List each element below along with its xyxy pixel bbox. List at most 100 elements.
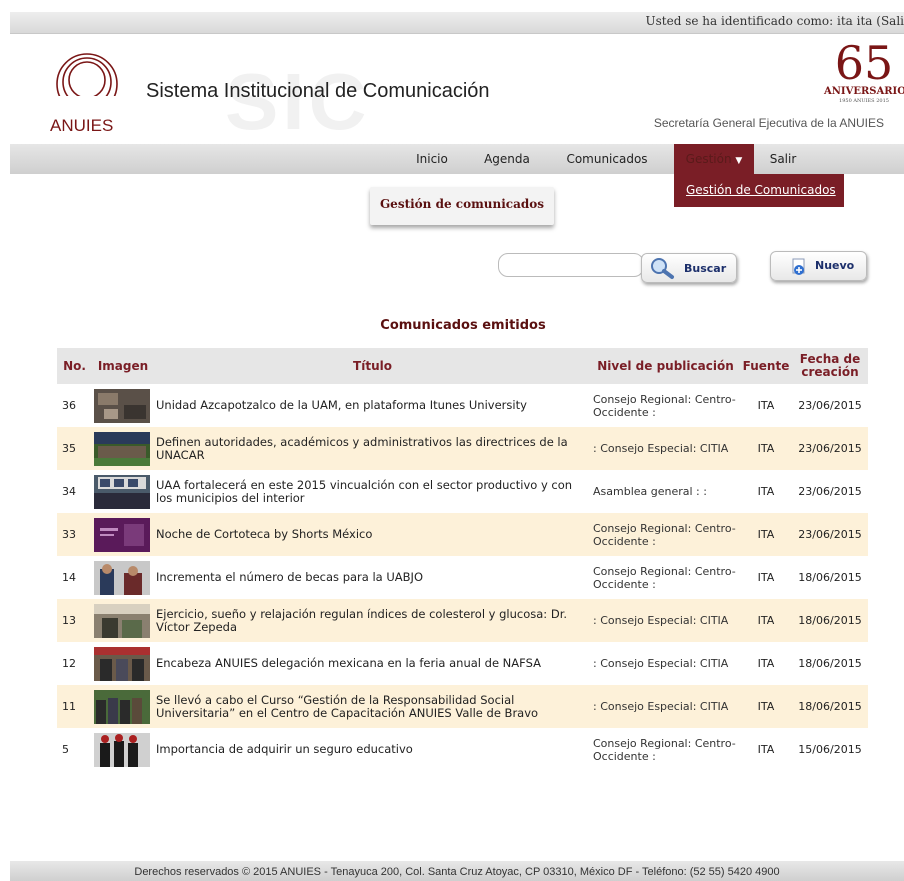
row-nivel: : Consejo Especial: CITIA xyxy=(591,599,740,642)
row-fuente: ITA xyxy=(757,657,775,670)
row-fecha: 15/06/2015 xyxy=(798,743,862,756)
table-row[interactable]: 5 Importancia de adquirir un seguro educ… xyxy=(57,728,868,771)
row-fuente: ITA xyxy=(740,427,792,470)
nav-gestion[interactable]: Gestión ▼ xyxy=(674,144,754,174)
nav-inicio[interactable]: Inicio xyxy=(402,144,462,174)
row-no: 11 xyxy=(57,685,92,728)
table-row[interactable]: 12 Encabeza ANUIES delegación mexicana e… xyxy=(57,642,868,685)
row-title[interactable]: Se llevó a cabo el Curso “Gestión de la … xyxy=(154,685,591,728)
row-title[interactable]: Definen autoridades, académicos y admini… xyxy=(154,427,591,470)
table-row[interactable]: 14 Incrementa el número de becas para la… xyxy=(57,556,868,599)
row-fecha: 18/06/2015 xyxy=(792,599,868,642)
row-no: 12 xyxy=(62,657,76,670)
table-row[interactable]: 34 UAA fortalecerá en este 2015 vincualc… xyxy=(57,470,868,513)
row-fuente: ITA xyxy=(740,513,792,556)
search-input[interactable] xyxy=(498,253,644,277)
thumbnail-image xyxy=(94,646,150,681)
nav-comunicados[interactable]: Comunicados xyxy=(554,144,660,174)
row-no: 34 xyxy=(62,485,76,498)
thumbnail-image xyxy=(94,560,150,595)
row-fuente: ITA xyxy=(757,743,775,756)
col-fecha: Fecha de creación xyxy=(792,348,868,384)
table-row[interactable]: 13 Ejercicio, sueño y relajación regulan… xyxy=(57,599,868,642)
thumbnail-image xyxy=(94,732,150,767)
table-row[interactable]: 33 Noche de Cortoteca by Shorts México C… xyxy=(57,513,868,556)
row-nivel: Consejo Regional: Centro-Occidente : xyxy=(593,564,736,591)
row-nivel: : Consejo Especial: CITIA xyxy=(591,685,740,728)
row-fuente: ITA xyxy=(740,685,792,728)
row-no: 5 xyxy=(62,743,69,756)
row-title[interactable]: Importancia de adquirir un seguro educat… xyxy=(154,728,591,771)
row-fecha: 23/06/2015 xyxy=(792,427,868,470)
row-title[interactable]: Encabeza ANUIES delegación mexicana en l… xyxy=(154,642,591,685)
col-titulo: Título xyxy=(154,348,591,384)
row-nivel: Consejo Regional: Centro-Occidente : xyxy=(593,392,736,419)
thumbnail-image xyxy=(94,689,150,724)
row-no: 33 xyxy=(57,513,92,556)
row-fuente: ITA xyxy=(757,571,775,584)
table-row[interactable]: 11 Se llevó a cabo el Curso “Gestión de … xyxy=(57,685,868,728)
anniversary-number: 65 xyxy=(834,36,894,90)
top-user-bar: Usted se ha identificado como: ita ita (… xyxy=(10,12,904,34)
search-button[interactable]: Buscar xyxy=(641,253,737,283)
new-button[interactable]: Nuevo xyxy=(770,251,867,281)
row-nivel: Consejo Regional: Centro-Occidente : xyxy=(593,736,736,763)
row-title[interactable]: Noche de Cortoteca by Shorts México xyxy=(154,513,591,556)
row-no: 36 xyxy=(62,399,76,412)
col-imagen: Imagen xyxy=(92,348,154,384)
row-fuente: ITA xyxy=(757,485,775,498)
col-no: No. xyxy=(57,348,92,384)
anniversary-years: 1950 ANUIES 2015 xyxy=(839,98,889,104)
nav-salir[interactable]: Salir xyxy=(758,144,808,174)
site-header: ANUIES SIC Sistema Institucional de Comu… xyxy=(10,34,904,146)
row-title[interactable]: Ejercicio, sueño y relajación regulan ín… xyxy=(154,599,591,642)
row-no: 14 xyxy=(62,571,76,584)
thumbnail-image xyxy=(94,431,150,466)
thumbnail-image xyxy=(94,517,150,552)
row-nivel: : Consejo Especial: CITIA xyxy=(591,427,740,470)
row-no: 13 xyxy=(57,599,92,642)
logo-text: ANUIES xyxy=(50,116,114,135)
col-fuente: Fuente xyxy=(740,348,792,384)
footer: Derechos reservados © 2015 ANUIES - Tena… xyxy=(10,861,904,881)
thumbnail-image xyxy=(94,474,150,509)
row-fuente: ITA xyxy=(757,399,775,412)
main-nav: Inicio Agenda Comunicados Gestión ▼ Sali… xyxy=(10,144,904,174)
list-heading: Comunicados emitidos xyxy=(380,318,546,333)
nav-agenda[interactable]: Agenda xyxy=(472,144,542,174)
row-nivel: Consejo Regional: Centro-Occidente : xyxy=(591,513,740,556)
row-fecha: 23/06/2015 xyxy=(798,399,862,412)
row-title[interactable]: Incrementa el número de becas para la UA… xyxy=(154,556,591,599)
search-button-label: Buscar xyxy=(684,262,727,275)
row-no: 35 xyxy=(57,427,92,470)
site-title: Sistema Institucional de Comunicación xyxy=(146,80,490,102)
row-fecha: 18/06/2015 xyxy=(798,571,862,584)
row-fecha: 18/06/2015 xyxy=(798,657,862,670)
table-row[interactable]: 36 Unidad Azcapotzalco de la UAM, en pla… xyxy=(57,384,868,427)
row-title[interactable]: UAA fortalecerá en este 2015 vincualción… xyxy=(154,470,591,513)
row-fecha: 18/06/2015 xyxy=(792,685,868,728)
col-nivel: Nivel de publicación xyxy=(591,348,740,384)
table-row[interactable]: 35 Definen autoridades, académicos y adm… xyxy=(57,427,868,470)
row-nivel: : Consejo Especial: CITIA xyxy=(593,657,729,670)
thumbnail-image xyxy=(94,603,150,638)
thumbnail-image xyxy=(94,388,150,423)
site-subtitle: Secretaría General Ejecutiva de la ANUIE… xyxy=(653,116,884,130)
comunicados-table: No. Imagen Título Nivel de publicación F… xyxy=(57,348,868,771)
row-fecha: 23/06/2015 xyxy=(798,485,862,498)
gestion-dropdown: Gestión de Comunicados xyxy=(674,174,844,207)
nav-gestion-label: Gestión xyxy=(685,152,732,166)
table-header-row: No. Imagen Título Nivel de publicación F… xyxy=(57,348,868,384)
dropdown-gestion-comunicados[interactable]: Gestión de Comunicados xyxy=(686,183,836,197)
magnifier-icon xyxy=(651,258,674,279)
page-title: Gestión de comunicados xyxy=(370,187,554,225)
add-document-icon xyxy=(792,258,805,275)
row-title[interactable]: Unidad Azcapotzalco de la UAM, en plataf… xyxy=(154,384,591,427)
new-button-label: Nuevo xyxy=(815,259,855,272)
row-fuente: ITA xyxy=(740,599,792,642)
row-fecha: 23/06/2015 xyxy=(792,513,868,556)
row-nivel: Asamblea general : : xyxy=(593,485,707,498)
anniversary-logo: 65 ANIVERSARIO 1950 ANUIES 2015 xyxy=(824,40,904,104)
anniversary-word: ANIVERSARIO xyxy=(824,86,904,97)
user-info-text: Usted se ha identificado como: ita ita (… xyxy=(645,14,904,28)
